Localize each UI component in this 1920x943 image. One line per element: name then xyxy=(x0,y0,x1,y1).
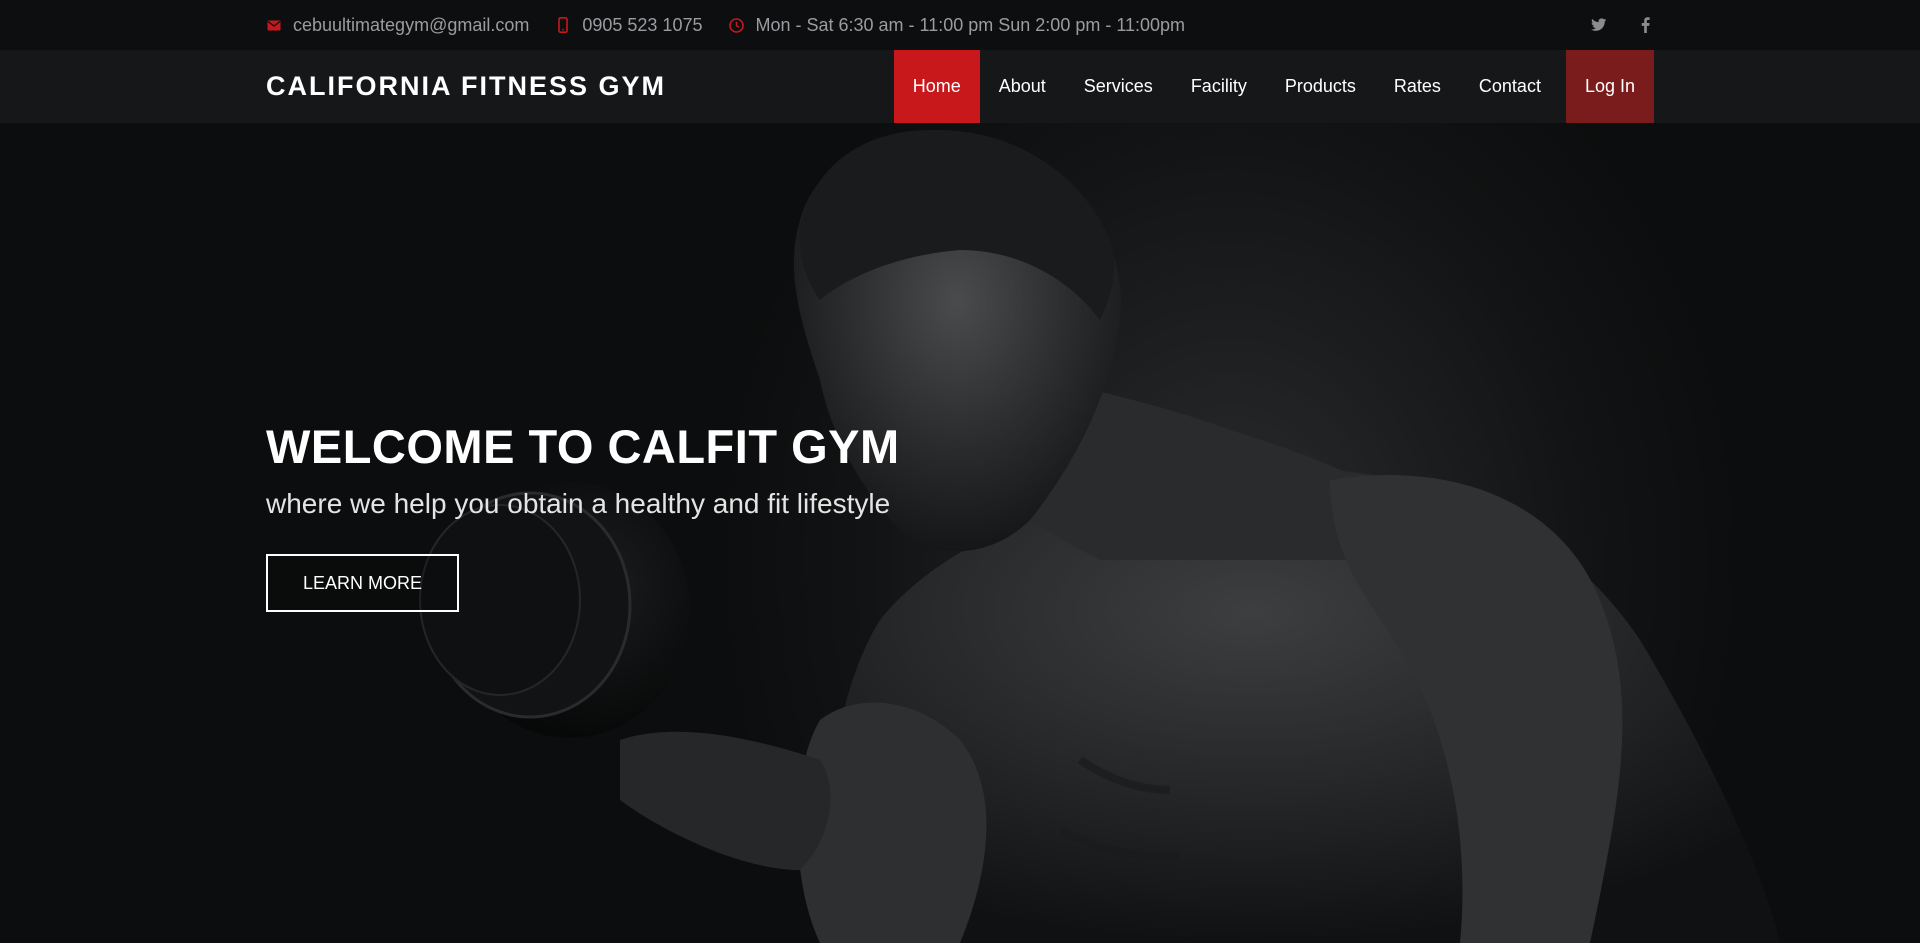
nav-item-contact[interactable]: Contact xyxy=(1460,50,1560,123)
nav-item-services[interactable]: Services xyxy=(1065,50,1172,123)
hours-info: Mon - Sat 6:30 am - 11:00 pm Sun 2:00 pm… xyxy=(728,15,1185,36)
learn-more-button[interactable]: LEARN MORE xyxy=(266,554,459,612)
hero-content: WELCOME TO CALFIT GYM where we help you … xyxy=(266,418,900,612)
facebook-icon[interactable] xyxy=(1636,16,1654,34)
top-info-bar: cebuultimategym@gmail.com 0905 523 1075 … xyxy=(0,0,1920,50)
phone-text: 0905 523 1075 xyxy=(582,14,703,35)
email-text: cebuultimategym@gmail.com xyxy=(293,14,530,35)
nav-menu: Home About Services Facility Products Ra… xyxy=(893,50,1654,123)
nav-item-about[interactable]: About xyxy=(980,50,1065,123)
hero-section: WELCOME TO CALFIT GYM where we help you … xyxy=(0,0,1920,943)
hero-title: WELCOME TO CALFIT GYM xyxy=(266,420,900,473)
social-links xyxy=(1562,16,1654,34)
nav-item-products[interactable]: Products xyxy=(1266,50,1375,123)
phone-contact[interactable]: 0905 523 1075 xyxy=(555,15,702,36)
nav-item-rates[interactable]: Rates xyxy=(1375,50,1460,123)
envelope-icon xyxy=(266,17,282,33)
mobile-phone-icon xyxy=(555,17,571,33)
twitter-icon[interactable] xyxy=(1590,16,1608,34)
main-navbar: CALIFORNIA FITNESS GYM Home About Servic… xyxy=(0,50,1920,123)
contact-info: cebuultimategym@gmail.com 0905 523 1075 … xyxy=(266,15,1211,36)
clock-icon xyxy=(728,17,744,33)
nav-item-home[interactable]: Home xyxy=(893,50,980,123)
login-button[interactable]: Log In xyxy=(1565,50,1654,123)
hero-subtitle: where we help you obtain a healthy and f… xyxy=(266,488,891,519)
email-contact[interactable]: cebuultimategym@gmail.com xyxy=(266,15,529,36)
brand-logo-text[interactable]: CALIFORNIA FITNESS GYM xyxy=(266,50,666,123)
hours-text: Mon - Sat 6:30 am - 11:00 pm Sun 2:00 pm… xyxy=(755,14,1186,35)
nav-item-facility[interactable]: Facility xyxy=(1172,50,1266,123)
